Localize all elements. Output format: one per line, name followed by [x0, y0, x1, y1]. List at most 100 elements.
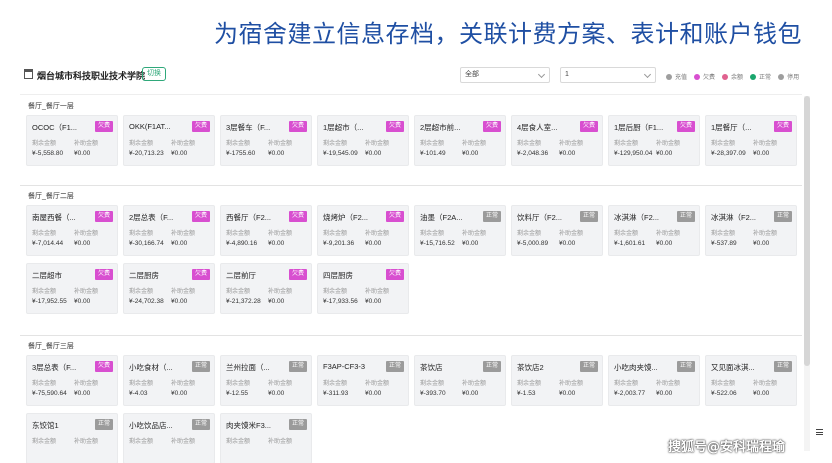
status-badge: 欠费: [386, 269, 404, 280]
menu-icon[interactable]: [816, 429, 823, 435]
subsidy-label: 补助金额: [171, 439, 196, 445]
subsidy-label: 补助金额: [171, 381, 196, 387]
room-card[interactable]: OCOC（F1... 欠费 剩余金额 补助金额 ¥-5,558.80 ¥0.00: [26, 115, 118, 166]
room-card[interactable]: 2层超市前... 欠费 剩余金额 补助金额 ¥-101.49 ¥0.00: [414, 115, 506, 166]
remaining-label: 剩余金额: [614, 231, 639, 237]
room-card[interactable]: 冰淇淋（F2... 正常 剩余金额 补助金额 ¥-1,601.61 ¥0.00: [608, 205, 700, 256]
remaining-label: 剩余金额: [614, 381, 639, 387]
subsidy-value: ¥0.00: [462, 390, 479, 397]
remaining-label: 剩余金额: [226, 289, 251, 295]
room-card[interactable]: 南屋西餐（... 欠费 剩余金额 补助金额 ¥-7,014.44 ¥0.00: [26, 205, 118, 256]
subsidy-value: ¥0.00: [753, 240, 770, 247]
room-card[interactable]: 冰淇淋（F2... 正常 剩余金额 补助金额 ¥-537.89 ¥0.00: [705, 205, 797, 256]
room-card[interactable]: 3层总表（F... 欠费 剩余金额 补助金额 ¥-75,590.64 ¥0.00: [26, 355, 118, 406]
room-card[interactable]: 东饺馆1 正常 剩余金额 补助金额: [26, 413, 118, 463]
status-badge: 欠费: [386, 121, 404, 132]
subsidy-value: ¥0.00: [559, 390, 576, 397]
subsidy-value: ¥0.00: [559, 240, 576, 247]
room-name: 1层超市（...: [323, 123, 364, 132]
room-card[interactable]: 又见面冰淇... 正常 剩余金额 补助金额 ¥-522.06 ¥0.00: [705, 355, 797, 406]
room-name: 1层餐厅（...: [711, 123, 752, 132]
room-card[interactable]: 饮料厅（F2... 正常 剩余金额 补助金额 ¥-5,000.89 ¥0.00: [511, 205, 603, 256]
status-badge: 欠费: [192, 211, 210, 222]
remaining-value: ¥-1.53: [517, 390, 536, 397]
room-card[interactable]: 二层厨房 欠费 剩余金额 补助金额 ¥-24,702.38 ¥0.00: [123, 263, 215, 314]
subsidy-label: 补助金额: [74, 231, 99, 237]
subsidy-value: ¥0.00: [365, 298, 382, 305]
room-name: 四层厨房: [323, 271, 353, 280]
subsidy-label: 补助金额: [559, 141, 584, 147]
remaining-value: ¥-21,372.28: [226, 298, 261, 305]
room-card[interactable]: F3AP-CF3-3 正常 剩余金额 补助金额 ¥-311.93 ¥0.00: [317, 355, 409, 406]
scroll-thumb[interactable]: [804, 96, 810, 366]
remaining-value: ¥-1755.60: [226, 150, 256, 157]
status-badge: 欠费: [289, 211, 307, 222]
subsidy-label: 补助金额: [268, 381, 293, 387]
room-card[interactable]: 小吃食材（... 正常 剩余金额 补助金额 ¥-4.03 ¥0.00: [123, 355, 215, 406]
room-name: 兰州拉面（...: [226, 363, 270, 372]
room-name: OCOC（F1...: [32, 123, 78, 132]
remaining-label: 剩余金额: [711, 381, 736, 387]
group-title: 餐厅_餐厅三层: [28, 343, 74, 350]
remaining-label: 剩余金额: [323, 289, 348, 295]
remaining-value: ¥-19,545.09: [323, 150, 358, 157]
room-card[interactable]: 西餐厅（F2... 欠费 剩余金额 补助金额 ¥-4,890.16 ¥0.00: [220, 205, 312, 256]
chevron-down-icon: [643, 70, 652, 79]
room-name: 二层前厅: [226, 271, 256, 280]
room-card[interactable]: 四层厨房 欠费 剩余金额 补助金额 ¥-17,933.56 ¥0.00: [317, 263, 409, 314]
status-badge: 正常: [95, 419, 113, 430]
remaining-label: 剩余金额: [517, 231, 542, 237]
legend-dot-icon: [750, 73, 757, 80]
room-card[interactable]: 3层餐车（F... 欠费 剩余金额 补助金额 ¥-1755.60 ¥0.00: [220, 115, 312, 166]
room-name: 4层食人室...: [517, 123, 558, 132]
status-badge: 欠费: [386, 211, 404, 222]
status-badge: 正常: [677, 211, 695, 222]
subsidy-label: 补助金额: [462, 141, 487, 147]
room-card[interactable]: 1层超市（... 欠费 剩余金额 补助金额 ¥-19,545.09 ¥0.00: [317, 115, 409, 166]
content-scrollbar[interactable]: [804, 96, 810, 451]
subsidy-label: 补助金额: [559, 231, 584, 237]
floor-filter-select[interactable]: 1: [560, 67, 656, 83]
subsidy-value: ¥0.00: [74, 298, 91, 305]
room-card[interactable]: 烧烤炉（F2... 欠费 剩余金额 补助金额 ¥-9,201.36 ¥0.00: [317, 205, 409, 256]
remaining-label: 剩余金额: [129, 141, 154, 147]
room-card[interactable]: 茶饮店 正常 剩余金额 补助金额 ¥-393.70 ¥0.00: [414, 355, 506, 406]
legend-label: 充值: [675, 75, 688, 81]
subsidy-value: ¥0.00: [74, 240, 91, 247]
status-legend: 充值 欠费 余额 正常 停用: [666, 72, 799, 81]
room-card[interactable]: 4层食人室... 欠费 剩余金额 补助金额 ¥-2,048.36 ¥0.00: [511, 115, 603, 166]
room-card[interactable]: 1层后厨（F1... 欠费 剩余金额 补助金额 ¥-129,950.04 ¥0.00: [608, 115, 700, 166]
building-filter-value: 全部: [465, 71, 479, 78]
room-card-list: 餐厅_餐厅一层 OCOC（F1... 欠费 剩余金额 补助金额 ¥-5,558.80 ¥0.…: [20, 94, 802, 463]
room-name: 冰淇淋（F2...: [614, 213, 660, 222]
status-badge: 欠费: [95, 361, 113, 372]
room-name: 二层厨房: [129, 271, 159, 280]
room-card[interactable]: 茶饮店2 正常 剩余金额 补助金额 ¥-1.53 ¥0.00: [511, 355, 603, 406]
subsidy-label: 补助金额: [171, 141, 196, 147]
subsidy-value: ¥0.00: [268, 390, 285, 397]
building-filter-select[interactable]: 全部: [460, 67, 550, 83]
group-title: 餐厅_餐厅二层: [28, 193, 74, 200]
remaining-value: ¥-24,702.38: [129, 298, 164, 305]
room-card[interactable]: OKK(F1AT... 欠费 剩余金额 补助金额 ¥-20,713.23 ¥0.00: [123, 115, 215, 166]
room-card[interactable]: 小吃饮品店... 正常 剩余金额 补助金额: [123, 413, 215, 463]
remaining-label: 剩余金额: [323, 231, 348, 237]
status-badge: 正常: [774, 361, 792, 372]
subsidy-value: ¥0.00: [365, 240, 382, 247]
status-badge: 欠费: [192, 269, 210, 280]
room-name: 小吃食材（...: [129, 363, 173, 372]
room-card[interactable]: 二层前厅 欠费 剩余金额 补助金额 ¥-21,372.28 ¥0.00: [220, 263, 312, 314]
subsidy-label: 补助金额: [559, 381, 584, 387]
room-card[interactable]: 肉夹馍米F3... 正常 剩余金额 补助金额: [220, 413, 312, 463]
room-card[interactable]: 兰州拉面（... 正常 剩余金额 补助金额 ¥-12.55 ¥0.00: [220, 355, 312, 406]
room-card[interactable]: 二层超市 欠费 剩余金额 补助金额 ¥-17,952.55 ¥0.00: [26, 263, 118, 314]
room-card[interactable]: 油墨（F2A... 正常 剩余金额 补助金额 ¥-15,716.52 ¥0.00: [414, 205, 506, 256]
switch-school-button[interactable]: 切换: [142, 67, 166, 81]
remaining-value: ¥-522.06: [711, 390, 737, 397]
room-card[interactable]: 2层总表（F... 欠费 剩余金额 补助金额 ¥-30,166.74 ¥0.00: [123, 205, 215, 256]
room-card[interactable]: 小吃肉夹馍... 正常 剩余金额 补助金额 ¥-2,003.77 ¥0.00: [608, 355, 700, 406]
room-name: 肉夹馍米F3...: [226, 421, 272, 430]
watermark-text: 搜狐号@安科瑞程瑜: [668, 440, 786, 455]
room-card[interactable]: 1层餐厅（... 欠费 剩余金额 补助金额 ¥-28,397.09 ¥0.00: [705, 115, 797, 166]
subsidy-value: ¥0.00: [171, 150, 188, 157]
